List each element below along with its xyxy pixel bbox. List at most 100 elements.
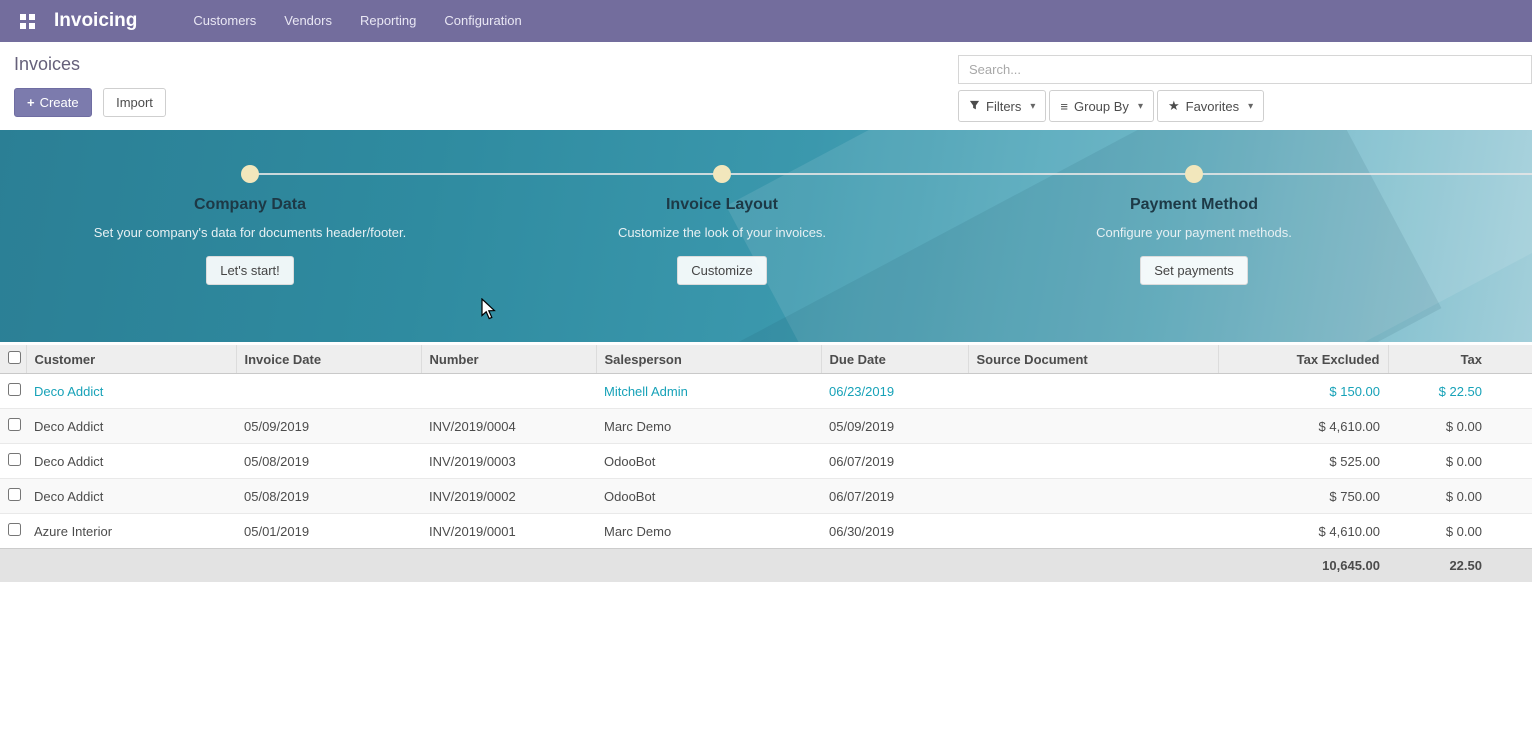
row-checkbox[interactable] xyxy=(8,523,21,536)
step-title: Company Data xyxy=(60,196,440,214)
table-row[interactable]: Deco Addict Mitchell Admin 06/23/2019 $ … xyxy=(0,374,1532,409)
invoice-list-table: Customer Invoice Date Number Salesperson… xyxy=(0,345,1532,582)
cell-due-date[interactable]: 05/09/2019 xyxy=(821,409,968,444)
search-input[interactable] xyxy=(958,55,1532,84)
apps-menu-icon[interactable] xyxy=(12,0,42,42)
cell-invoice-date[interactable]: 05/09/2019 xyxy=(236,409,421,444)
cell-number[interactable]: INV/2019/0003 xyxy=(421,444,596,479)
cell-due-date[interactable]: 06/07/2019 xyxy=(821,444,968,479)
table-total-row: 10,645.00 22.50 xyxy=(0,549,1532,583)
create-button[interactable]: + Create xyxy=(14,88,92,117)
control-panel-left: Invoices +Create Import xyxy=(0,42,166,130)
column-header-salesperson[interactable]: Salesperson xyxy=(596,345,821,374)
row-checkbox[interactable] xyxy=(8,418,21,431)
menu-reporting[interactable]: Reporting xyxy=(346,0,430,42)
step-description: Customize the look of your invoices. xyxy=(532,223,912,242)
cell-number[interactable] xyxy=(421,374,596,409)
menu-configuration[interactable]: Configuration xyxy=(430,0,535,42)
menu-vendors[interactable]: Vendors xyxy=(270,0,346,42)
cell-tax[interactable]: $ 22.50 xyxy=(1388,374,1532,409)
cell-customer[interactable]: Deco Addict xyxy=(26,444,236,479)
cell-invoice-date[interactable]: 05/01/2019 xyxy=(236,514,421,549)
top-navbar: Invoicing Customers Vendors Reporting Co… xyxy=(0,0,1532,42)
onboarding-banner: Company Data Set your company's data for… xyxy=(0,130,1532,342)
set-payments-button[interactable]: Set payments xyxy=(1140,256,1248,285)
cell-invoice-date[interactable]: 05/08/2019 xyxy=(236,444,421,479)
menu-customers[interactable]: Customers xyxy=(179,0,270,42)
group-by-icon: ≡ xyxy=(1060,99,1068,114)
row-select-cell xyxy=(0,444,26,479)
cell-source-document[interactable] xyxy=(968,479,1218,514)
cell-due-date[interactable]: 06/30/2019 xyxy=(821,514,968,549)
search-view-buttons: Filters ▾ ≡ Group By ▾ ★ Favorites ▾ xyxy=(958,90,1532,122)
star-icon: ★ xyxy=(1168,98,1180,114)
cell-tax-excluded[interactable]: $ 150.00 xyxy=(1218,374,1388,409)
cell-source-document[interactable] xyxy=(968,444,1218,479)
mouse-cursor xyxy=(481,298,496,325)
cell-tax[interactable]: $ 0.00 xyxy=(1388,444,1532,479)
cell-tax-excluded[interactable]: $ 4,610.00 xyxy=(1218,409,1388,444)
step-title: Invoice Layout xyxy=(532,196,912,214)
cell-tax-excluded[interactable]: $ 4,610.00 xyxy=(1218,514,1388,549)
cell-customer[interactable]: Deco Addict xyxy=(26,374,236,409)
total-empty-cell xyxy=(0,549,26,583)
column-header-tax[interactable]: Tax xyxy=(1388,345,1532,374)
cell-customer[interactable]: Deco Addict xyxy=(26,479,236,514)
cell-salesperson[interactable]: OdooBot xyxy=(596,444,821,479)
cell-salesperson[interactable]: Mitchell Admin xyxy=(596,374,821,409)
cell-tax-excluded[interactable]: $ 750.00 xyxy=(1218,479,1388,514)
cell-due-date[interactable]: 06/23/2019 xyxy=(821,374,968,409)
cell-tax-excluded[interactable]: $ 525.00 xyxy=(1218,444,1388,479)
create-button-label: Create xyxy=(40,95,79,110)
cell-salesperson[interactable]: OdooBot xyxy=(596,479,821,514)
row-checkbox[interactable] xyxy=(8,453,21,466)
column-header-number[interactable]: Number xyxy=(421,345,596,374)
cell-number[interactable]: INV/2019/0004 xyxy=(421,409,596,444)
cell-invoice-date[interactable] xyxy=(236,374,421,409)
table-row[interactable]: Deco Addict 05/08/2019 INV/2019/0003 Odo… xyxy=(0,444,1532,479)
step-title: Payment Method xyxy=(1004,196,1384,214)
app-title[interactable]: Invoicing xyxy=(54,10,137,32)
select-all-checkbox[interactable] xyxy=(8,351,21,364)
cell-customer[interactable]: Deco Addict xyxy=(26,409,236,444)
column-header-due-date[interactable]: Due Date xyxy=(821,345,968,374)
table-row[interactable]: Azure Interior 05/01/2019 INV/2019/0001 … xyxy=(0,514,1532,549)
row-checkbox[interactable] xyxy=(8,488,21,501)
table-header-row: Customer Invoice Date Number Salesperson… xyxy=(0,345,1532,374)
column-header-tax-excluded[interactable]: Tax Excluded xyxy=(1218,345,1388,374)
cell-due-date[interactable]: 06/07/2019 xyxy=(821,479,968,514)
group-by-button[interactable]: ≡ Group By ▾ xyxy=(1049,90,1154,122)
onboarding-step-invoice-layout: Invoice Layout Customize the look of you… xyxy=(532,165,912,285)
table-row[interactable]: Deco Addict 05/08/2019 INV/2019/0002 Odo… xyxy=(0,479,1532,514)
cell-customer[interactable]: Azure Interior xyxy=(26,514,236,549)
cell-salesperson[interactable]: Marc Demo xyxy=(596,409,821,444)
column-header-source-document[interactable]: Source Document xyxy=(968,345,1218,374)
cell-number[interactable]: INV/2019/0001 xyxy=(421,514,596,549)
cell-tax[interactable]: $ 0.00 xyxy=(1388,409,1532,444)
import-button[interactable]: Import xyxy=(103,88,166,117)
filters-button-label: Filters xyxy=(986,99,1021,114)
lets-start-button[interactable]: Let's start! xyxy=(206,256,294,285)
row-checkbox[interactable] xyxy=(8,383,21,396)
cell-source-document[interactable] xyxy=(968,514,1218,549)
cell-source-document[interactable] xyxy=(968,374,1218,409)
cell-tax[interactable]: $ 0.00 xyxy=(1388,514,1532,549)
step-dot-icon xyxy=(1185,165,1203,183)
cell-source-document[interactable] xyxy=(968,409,1218,444)
customize-button[interactable]: Customize xyxy=(677,256,766,285)
favorites-button[interactable]: ★ Favorites ▾ xyxy=(1157,90,1264,122)
column-header-customer[interactable]: Customer xyxy=(26,345,236,374)
filters-button[interactable]: Filters ▾ xyxy=(958,90,1046,122)
table-row[interactable]: Deco Addict 05/09/2019 INV/2019/0004 Mar… xyxy=(0,409,1532,444)
step-dot-icon xyxy=(713,165,731,183)
cell-invoice-date[interactable]: 05/08/2019 xyxy=(236,479,421,514)
step-description: Configure your payment methods. xyxy=(1004,223,1384,242)
cell-number[interactable]: INV/2019/0002 xyxy=(421,479,596,514)
cell-salesperson[interactable]: Marc Demo xyxy=(596,514,821,549)
favorites-button-label: Favorites xyxy=(1186,99,1239,114)
column-header-invoice-date[interactable]: Invoice Date xyxy=(236,345,421,374)
plus-icon: + xyxy=(27,95,35,110)
control-panel-right: Filters ▾ ≡ Group By ▾ ★ Favorites ▾ xyxy=(958,42,1532,130)
step-description: Set your company's data for documents he… xyxy=(60,223,440,242)
cell-tax[interactable]: $ 0.00 xyxy=(1388,479,1532,514)
